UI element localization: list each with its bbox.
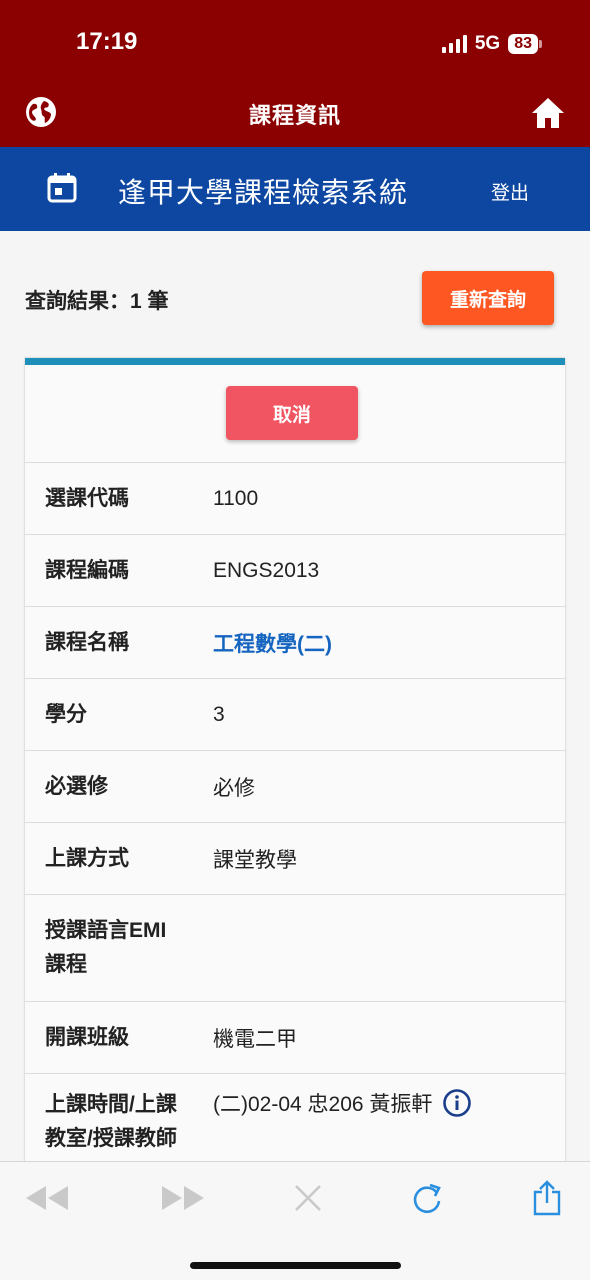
forward-icon[interactable]	[160, 1180, 206, 1216]
row-label-line: 教室/授課教師	[45, 1127, 177, 1150]
info-icon[interactable]	[442, 1088, 472, 1118]
system-title: 逢甲大學課程檢索系統	[118, 177, 409, 208]
page-title: 課程資訊	[248, 103, 341, 128]
network-label: 5G	[474, 33, 501, 54]
course-card: 取消 選課代碼 1100 課程編碼 ENGS2013 課程名稱 工程數學(二) …	[25, 358, 565, 1181]
row-value: 機電二甲	[213, 1027, 297, 1051]
share-icon[interactable]	[531, 1180, 563, 1216]
home-indicator	[190, 1262, 401, 1269]
row-label-line: 課程	[45, 953, 87, 976]
row-label: 授課語言EMI 課程	[45, 914, 213, 982]
cancel-area: 取消	[25, 365, 565, 463]
requery-button[interactable]: 重新查詢	[422, 271, 554, 325]
row-label-line: 授課語言EMI	[45, 919, 167, 942]
row-value: 1100	[213, 486, 259, 510]
row-teaching-method: 上課方式 課堂教學	[25, 823, 565, 895]
calendar-icon[interactable]	[46, 172, 78, 204]
course-name-link[interactable]: 工程數學(二)	[213, 628, 332, 658]
row-label-line: 上課時間/上課	[45, 1093, 177, 1116]
row-value: (二)02-04 忠206 黃振軒	[213, 1088, 472, 1118]
row-label: 必選修	[45, 774, 108, 798]
row-value: 必修	[213, 776, 255, 800]
close-icon[interactable]	[293, 1180, 323, 1216]
battery-icon: 83	[508, 34, 538, 54]
result-count: 查詢結果：1 筆	[25, 290, 169, 313]
reload-icon[interactable]	[410, 1180, 444, 1216]
battery-tip	[539, 40, 542, 48]
home-icon[interactable]	[530, 95, 566, 131]
row-label: 開課班級	[45, 1025, 129, 1049]
row-label: 課程名稱	[45, 630, 129, 654]
app-bar: 逢甲大學課程檢索系統 登出	[0, 147, 590, 231]
row-value: 課堂教學	[213, 848, 297, 872]
status-indicators: 5G 83	[441, 32, 542, 56]
top-header: 17:19 5G 83 課程資訊	[0, 0, 590, 147]
row-course-select-code: 選課代碼 1100	[25, 463, 565, 535]
row-value: 3	[213, 702, 225, 726]
schedule-text: (二)02-04 忠206 黃振軒	[213, 1093, 433, 1116]
row-emi-language: 授課語言EMI 課程	[25, 895, 565, 1002]
signal-icon	[441, 35, 467, 53]
row-label: 上課時間/上課 教室/授課教師	[45, 1088, 213, 1156]
row-label: 選課代碼	[45, 486, 129, 510]
row-value: ENGS2013	[213, 558, 320, 582]
row-label: 上課方式	[45, 846, 129, 870]
cancel-button[interactable]: 取消	[226, 386, 358, 440]
row-course-code: 課程編碼 ENGS2013	[25, 535, 565, 607]
row-label: 課程編碼	[45, 558, 129, 582]
row-course-name: 課程名稱 工程數學(二)	[25, 607, 565, 679]
row-credits: 學分 3	[25, 679, 565, 751]
row-label: 學分	[45, 702, 87, 726]
status-time: 17:19	[76, 28, 138, 55]
row-class: 開課班級 機電二甲	[25, 1002, 565, 1074]
logout-link[interactable]: 登出	[491, 178, 529, 205]
row-required-elective: 必選修 必修	[25, 751, 565, 823]
back-icon[interactable]	[24, 1180, 70, 1216]
